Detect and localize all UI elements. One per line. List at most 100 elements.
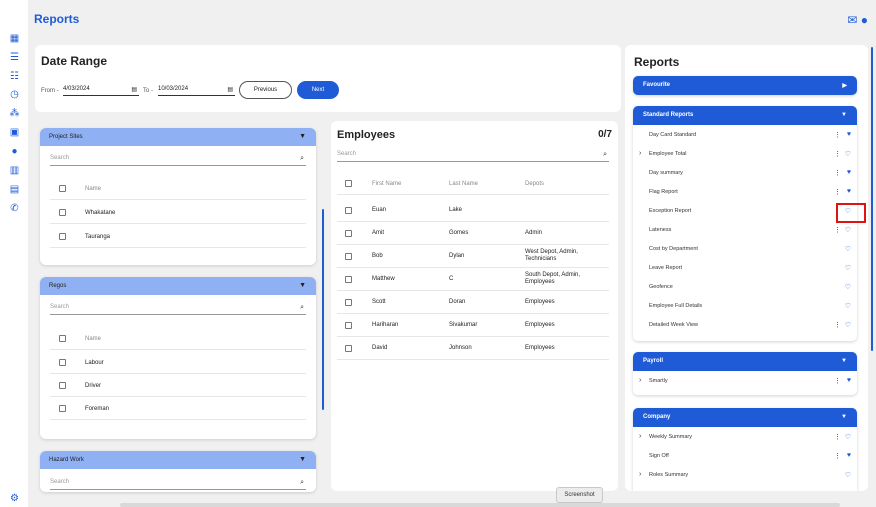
building-icon[interactable]: ▥ <box>9 165 20 176</box>
search-icon[interactable]: ⌕ <box>300 155 304 163</box>
right-scrollbar[interactable] <box>871 47 873 351</box>
report-item[interactable]: › Roles Summary ♡ <box>633 465 857 484</box>
table-row[interactable]: Labour <box>50 352 306 374</box>
select-all-checkbox[interactable] <box>345 180 352 187</box>
location-icon[interactable]: ● <box>9 146 20 157</box>
row-checkbox[interactable] <box>345 299 352 306</box>
org-icon[interactable]: ⁂ <box>9 108 20 119</box>
payroll-header[interactable]: Payroll ▼ <box>633 352 857 371</box>
calendar-icon[interactable]: ▣ <box>9 127 20 138</box>
table-row[interactable]: Driver <box>50 375 306 397</box>
heart-outline-icon[interactable]: ♡ <box>845 245 851 253</box>
report-item[interactable]: › Employee Total ⋮ ♡ <box>633 144 857 163</box>
favourite-header[interactable]: Favourite ▶ <box>633 76 857 95</box>
regos-search[interactable]: Search ⌕ <box>50 304 306 315</box>
report-item[interactable]: › Smartly ⋮ ♥ <box>633 371 857 390</box>
project-sites-header[interactable]: Project Sites ▼ <box>40 128 316 146</box>
more-options-icon[interactable]: ⋮ <box>834 377 841 385</box>
table-row[interactable]: Tauranga <box>50 226 306 248</box>
more-options-icon[interactable]: ⋮ <box>834 226 841 234</box>
select-all-checkbox[interactable] <box>59 185 66 192</box>
row-checkbox[interactable] <box>59 233 66 240</box>
row-checkbox[interactable] <box>345 276 352 283</box>
settings-icon[interactable]: ⚙ <box>9 493 20 504</box>
report-item[interactable]: Day Card Standard ⋮ ♥ <box>633 125 857 144</box>
heart-outline-icon[interactable]: ♡ <box>845 302 851 310</box>
more-options-icon[interactable]: ⋮ <box>834 321 841 329</box>
chevron-right-icon[interactable]: › <box>639 433 641 440</box>
heart-filled-icon[interactable]: ♥ <box>847 131 851 138</box>
heart-outline-icon[interactable]: ♡ <box>845 433 851 441</box>
more-options-icon[interactable]: ⋮ <box>834 150 841 158</box>
select-all-checkbox[interactable] <box>59 335 66 342</box>
report-item[interactable]: Leave Report ♡ <box>633 258 857 277</box>
table-row[interactable]: Euan Lake <box>337 199 609 222</box>
previous-button[interactable]: Previous <box>239 81 292 99</box>
caret-down-icon[interactable]: ▼ <box>841 112 847 118</box>
more-options-icon[interactable]: ⋮ <box>834 169 841 177</box>
people-icon[interactable]: ☷ <box>9 71 20 82</box>
from-date-input[interactable]: 4/03/2024 ▤ <box>63 84 139 96</box>
phone-icon[interactable]: ✆ <box>9 203 20 214</box>
report-item[interactable]: Flag Report ⋮ ♥ <box>633 182 857 201</box>
hazard-work-search[interactable]: Search ⌕ <box>50 479 306 490</box>
more-options-icon[interactable]: ⋮ <box>834 433 841 441</box>
heart-outline-icon[interactable]: ♡ <box>845 226 851 234</box>
heart-outline-icon[interactable]: ♡ <box>845 150 851 158</box>
report-item[interactable]: Geofence ♡ <box>633 277 857 296</box>
report-item[interactable]: Exception Report ⋮ ♡ <box>633 201 857 220</box>
standard-reports-header[interactable]: Standard Reports ▼ <box>633 106 857 125</box>
more-options-icon[interactable]: ⋮ <box>834 131 841 139</box>
report-item[interactable]: Detailed Week View ⋮ ♡ <box>633 315 857 334</box>
dashboard-icon[interactable]: ▦ <box>9 33 20 44</box>
table-row[interactable]: Bob Dylan West Depot, Admin, Technicians <box>337 245 609 268</box>
left-scrollbar[interactable] <box>322 209 324 410</box>
table-row[interactable]: Amit Gomes Admin <box>337 222 609 245</box>
report-item[interactable]: Cost by Department ♡ <box>633 239 857 258</box>
search-icon[interactable]: ⌕ <box>300 479 304 487</box>
company-header[interactable]: Company ▼ <box>633 408 857 427</box>
heart-filled-icon[interactable]: ♥ <box>847 169 851 176</box>
table-row[interactable]: Whakatane <box>50 202 306 224</box>
next-button[interactable]: Next <box>297 81 339 99</box>
row-checkbox[interactable] <box>345 253 352 260</box>
row-checkbox[interactable] <box>345 230 352 237</box>
heart-outline-icon[interactable]: ♡ <box>845 264 851 272</box>
chevron-right-icon[interactable]: › <box>639 471 641 478</box>
heart-filled-icon[interactable]: ♥ <box>847 452 851 459</box>
regos-header[interactable]: Regos ▼ <box>40 277 316 295</box>
calendar-icon[interactable]: ▤ <box>131 86 137 93</box>
report-item[interactable]: Lateness ⋮ ♡ <box>633 220 857 239</box>
heart-outline-icon[interactable]: ♡ <box>845 321 851 329</box>
report-item[interactable]: › Weekly Summary ⋮ ♡ <box>633 427 857 446</box>
caret-down-icon[interactable]: ▼ <box>841 414 847 420</box>
heart-filled-icon[interactable]: ♥ <box>847 377 851 384</box>
project-sites-search[interactable]: Search ⌕ <box>50 155 306 166</box>
more-options-icon[interactable]: ⋮ <box>834 188 841 196</box>
row-checkbox[interactable] <box>345 207 352 214</box>
search-icon[interactable]: ⌕ <box>603 151 607 159</box>
row-checkbox[interactable] <box>59 209 66 216</box>
caret-down-icon[interactable]: ▼ <box>299 282 306 289</box>
row-checkbox[interactable] <box>59 382 66 389</box>
table-row[interactable]: Hariharan Sivakumar Employees <box>337 314 609 337</box>
list-icon[interactable]: ☰ <box>9 52 20 63</box>
notification-icon[interactable]: ✉ <box>847 13 857 27</box>
row-checkbox[interactable] <box>345 345 352 352</box>
bottom-scrollbar[interactable] <box>120 503 840 507</box>
report-item[interactable]: Employee Full Details ♡ <box>633 296 857 315</box>
clock-icon[interactable]: ◷ <box>9 89 20 100</box>
document-icon[interactable]: ▤ <box>9 184 20 195</box>
row-checkbox[interactable] <box>59 405 66 412</box>
table-row[interactable]: Matthew C South Depot, Admin, Employees <box>337 268 609 291</box>
caret-down-icon[interactable]: ▼ <box>841 358 847 364</box>
row-checkbox[interactable] <box>345 322 352 329</box>
user-icon[interactable]: ● <box>861 13 868 27</box>
chevron-right-icon[interactable]: › <box>639 377 641 384</box>
heart-outline-icon[interactable]: ♡ <box>845 471 851 479</box>
calendar-icon[interactable]: ▤ <box>227 86 233 93</box>
report-item[interactable]: Sign Off ⋮ ♥ <box>633 446 857 465</box>
heart-outline-icon[interactable]: ♡ <box>845 283 851 291</box>
to-date-input[interactable]: 10/03/2024 ▤ <box>158 84 235 96</box>
table-row[interactable]: David Johnson Employees <box>337 337 609 360</box>
